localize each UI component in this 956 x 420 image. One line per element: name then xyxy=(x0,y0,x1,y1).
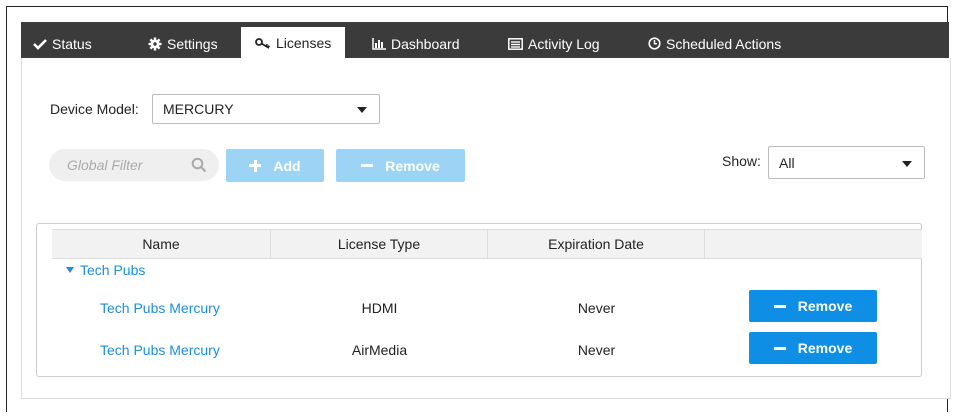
tab-settings-label: Settings xyxy=(167,35,218,52)
expiration-cell: Never xyxy=(577,342,616,358)
tab-status[interactable]: Status xyxy=(33,29,92,58)
clock-icon xyxy=(648,37,661,50)
add-button-label: Add xyxy=(273,157,301,174)
show-label: Show: xyxy=(722,153,761,169)
check-icon xyxy=(33,38,47,50)
minus-icon xyxy=(773,304,786,308)
row-remove-label: Remove xyxy=(797,298,853,314)
bar-chart-icon xyxy=(372,37,386,50)
column-header-actions xyxy=(705,230,922,258)
chevron-down-icon xyxy=(357,107,367,113)
column-header-license-type[interactable]: License Type xyxy=(271,230,488,258)
show-select[interactable]: All xyxy=(768,146,925,179)
tab-bar: Status Settings Licenses Dashboard Activ… xyxy=(21,22,949,58)
minus-icon xyxy=(361,164,374,167)
global-filter-placeholder: Global Filter xyxy=(67,157,143,173)
minus-icon xyxy=(773,346,786,350)
remove-button[interactable]: Remove xyxy=(336,149,465,182)
license-name-link[interactable]: Tech Pubs Mercury xyxy=(100,342,220,358)
add-button[interactable]: Add xyxy=(226,149,324,182)
show-value: All xyxy=(779,154,795,171)
tab-licenses[interactable]: Licenses xyxy=(241,27,346,58)
row-remove-button[interactable]: Remove xyxy=(749,332,877,364)
column-header-expiration-date[interactable]: Expiration Date xyxy=(488,230,705,258)
remove-button-label: Remove xyxy=(385,157,440,174)
license-name-link[interactable]: Tech Pubs Mercury xyxy=(100,300,220,316)
plus-icon xyxy=(249,159,262,172)
chevron-down-icon xyxy=(902,161,912,167)
tab-dashboard[interactable]: Dashboard xyxy=(372,29,460,58)
tab-activity-log-label: Activity Log xyxy=(528,35,600,52)
group-label: Tech Pubs xyxy=(80,262,146,278)
tab-scheduled-actions-label: Scheduled Actions xyxy=(666,35,782,52)
key-icon xyxy=(255,37,270,49)
gear-icon xyxy=(148,37,162,50)
row-remove-label: Remove xyxy=(797,340,853,356)
column-header-name[interactable]: Name xyxy=(52,230,271,258)
tab-licenses-label: Licenses xyxy=(276,34,332,51)
tab-activity-log[interactable]: Activity Log xyxy=(508,29,600,58)
license-type-cell: AirMedia xyxy=(351,342,408,358)
search-icon xyxy=(191,157,207,173)
row-remove-button[interactable]: Remove xyxy=(749,290,877,322)
device-model-select[interactable]: MERCURY xyxy=(152,94,380,124)
expiration-cell: Never xyxy=(577,300,616,316)
device-model-value: MERCURY xyxy=(163,101,234,117)
tab-settings[interactable]: Settings xyxy=(148,29,218,58)
group-row-tech-pubs[interactable]: Tech Pubs xyxy=(66,262,145,278)
tab-scheduled-actions[interactable]: Scheduled Actions xyxy=(648,29,781,58)
global-filter-input[interactable]: Global Filter xyxy=(49,149,219,181)
caret-down-icon xyxy=(66,267,74,273)
table-header: Name License Type Expiration Date xyxy=(52,229,922,259)
device-model-label: Device Model: xyxy=(50,101,139,117)
license-type-cell: HDMI xyxy=(361,300,398,316)
tab-dashboard-label: Dashboard xyxy=(391,35,460,52)
tab-status-label: Status xyxy=(52,35,92,52)
list-icon xyxy=(508,37,523,50)
